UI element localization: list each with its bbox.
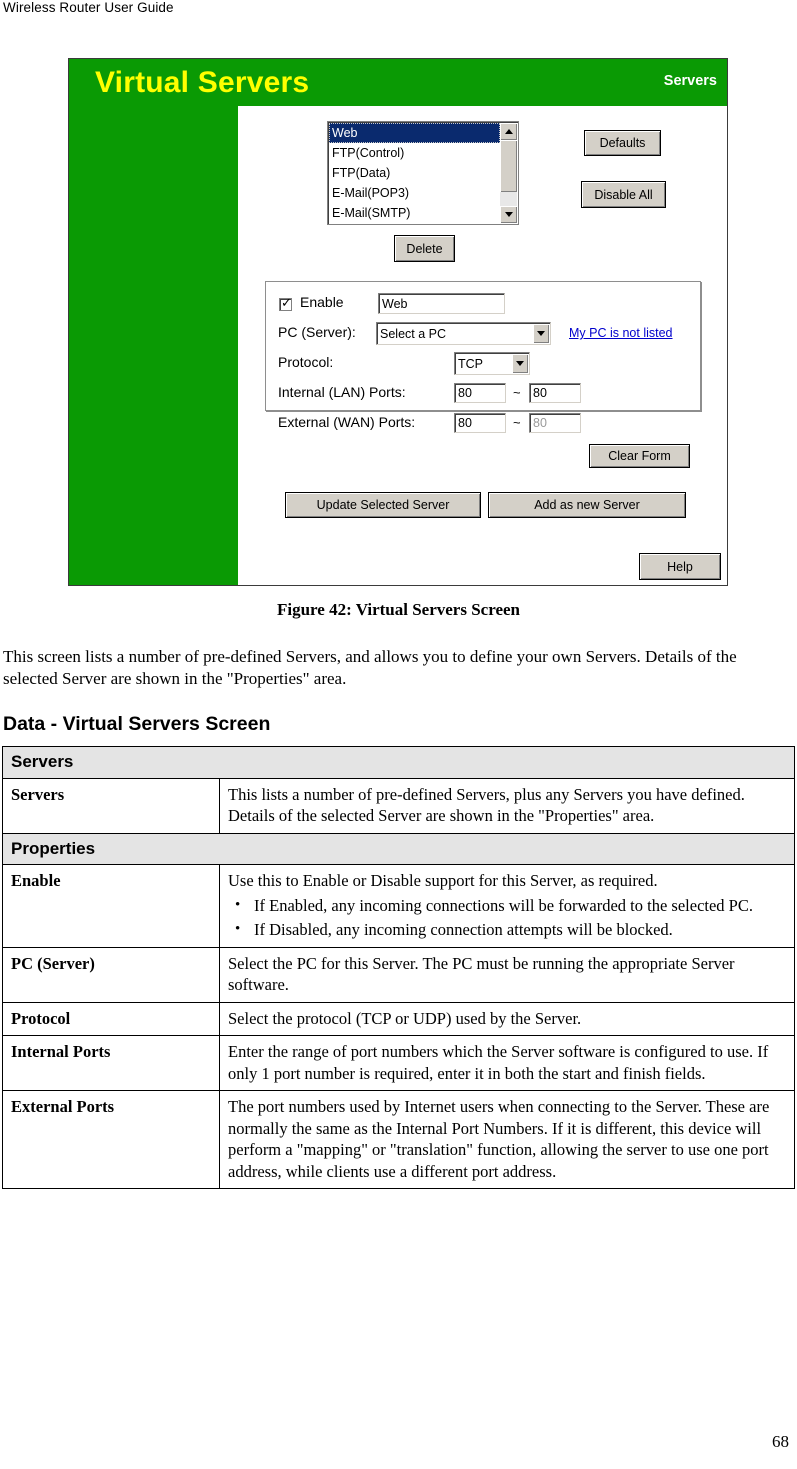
- internal-range-separator: ~: [513, 385, 521, 400]
- row-key: Servers: [2, 777, 220, 834]
- chevron-down-icon[interactable]: [533, 324, 549, 343]
- external-ports-label: External (WAN) Ports:: [278, 414, 416, 430]
- row-value: Select the PC for this Server. The PC mu…: [219, 946, 795, 1003]
- enable-checkbox[interactable]: ✓: [279, 296, 292, 311]
- row-key: Enable: [2, 864, 220, 948]
- table-row: External Ports The port numbers used by …: [2, 1090, 795, 1189]
- table-row: Enable Use this to Enable or Disable sup…: [2, 864, 795, 948]
- check-icon: ✓: [281, 296, 292, 311]
- help-button[interactable]: Help: [639, 553, 721, 580]
- list-item[interactable]: Web: [329, 123, 500, 143]
- sidebar-label-properties: Properties: [645, 234, 717, 250]
- row-key: Protocol: [2, 1001, 220, 1036]
- screen-title: Virtual Servers: [69, 59, 727, 106]
- list-item[interactable]: FTP(Control): [329, 143, 500, 163]
- external-port-start-input[interactable]: 80: [454, 413, 506, 433]
- pc-server-select[interactable]: Select a PC: [376, 322, 551, 345]
- table-row: Protocol Select the protocol (TCP or UDP…: [2, 1001, 795, 1036]
- data-table: Servers Servers This lists a number of p…: [2, 746, 795, 1189]
- scroll-down-icon[interactable]: [500, 206, 517, 223]
- sidebar-label-servers: Servers: [663, 73, 717, 89]
- update-selected-server-button[interactable]: Update Selected Server: [285, 492, 481, 518]
- table-group-header: Properties: [2, 832, 795, 865]
- row-key: Internal Ports: [2, 1035, 220, 1091]
- internal-ports-label: Internal (LAN) Ports:: [278, 384, 406, 400]
- running-head: Wireless Router User Guide: [3, 0, 174, 15]
- listbox-scrollbar[interactable]: [500, 123, 517, 223]
- group-header-label: Properties: [2, 832, 795, 865]
- table-row: Servers This lists a number of pre-defin…: [2, 777, 795, 834]
- protocol-select[interactable]: TCP: [454, 352, 530, 375]
- figure-caption: Figure 42: Virtual Servers Screen: [277, 600, 520, 619]
- row-value: Use this to Enable or Disable support fo…: [219, 864, 795, 948]
- list-item[interactable]: FTP(Data): [329, 163, 500, 183]
- row-value: Enter the range of port numbers which th…: [219, 1035, 795, 1091]
- server-name-input[interactable]: Web: [378, 293, 505, 314]
- page-number: 68: [772, 1432, 789, 1451]
- protocol-label: Protocol:: [278, 354, 334, 370]
- list-item[interactable]: E-Mail(POP3): [329, 183, 500, 203]
- virtual-servers-screenshot: Virtual Servers Servers Properties Web F…: [68, 58, 728, 586]
- add-as-new-server-button[interactable]: Add as new Server: [488, 492, 686, 518]
- table-row: Internal Ports Enter the range of port n…: [2, 1035, 795, 1091]
- external-port-end-input[interactable]: 80: [529, 413, 581, 433]
- row-bullets: If Enabled, any incoming connections wil…: [228, 895, 786, 941]
- row-key: External Ports: [2, 1090, 220, 1189]
- scroll-up-icon[interactable]: [500, 123, 517, 140]
- servers-listbox[interactable]: Web FTP(Control) FTP(Data) E-Mail(POP3) …: [327, 121, 519, 225]
- row-value: This lists a number of pre-defined Serve…: [219, 777, 795, 834]
- group-header-label: Servers: [2, 746, 795, 779]
- protocol-value: TCP: [458, 356, 483, 371]
- section-heading: Data - Virtual Servers Screen: [3, 713, 271, 735]
- external-range-separator: ~: [513, 415, 521, 430]
- enable-label: Enable: [300, 294, 344, 310]
- clear-form-button[interactable]: Clear Form: [589, 444, 690, 468]
- screen-sidebar: [69, 106, 238, 585]
- delete-button[interactable]: Delete: [394, 235, 455, 262]
- internal-port-start-input[interactable]: 80: [454, 383, 506, 403]
- bullet-item: If Disabled, any incoming connection att…: [235, 919, 786, 941]
- chevron-down-icon[interactable]: [512, 354, 528, 373]
- disable-all-button[interactable]: Disable All: [581, 181, 666, 208]
- my-pc-not-listed-link[interactable]: My PC is not listed: [569, 326, 673, 340]
- list-item[interactable]: E-Mail(SMTP): [329, 203, 500, 223]
- scrollbar-track[interactable]: [500, 192, 517, 206]
- table-row: PC (Server) Select the PC for this Serve…: [2, 946, 795, 1003]
- row-value: The port numbers used by Internet users …: [219, 1090, 795, 1189]
- properties-panel: ✓ Enable Web PC (Server): Select a PC My…: [265, 281, 701, 468]
- row-value: Select the protocol (TCP or UDP) used by…: [219, 1001, 795, 1036]
- pc-server-label: PC (Server):: [278, 324, 356, 340]
- pc-server-value: Select a PC: [380, 326, 447, 341]
- table-group-header: Servers: [2, 746, 795, 779]
- row-text: Use this to Enable or Disable support fo…: [228, 871, 658, 890]
- bullet-item: If Enabled, any incoming connections wil…: [235, 895, 786, 917]
- row-key: PC (Server): [2, 946, 220, 1003]
- internal-port-end-input[interactable]: 80: [529, 383, 581, 403]
- defaults-button[interactable]: Defaults: [584, 130, 661, 156]
- intro-paragraph: This screen lists a number of pre-define…: [3, 647, 737, 688]
- scrollbar-thumb[interactable]: [500, 140, 517, 192]
